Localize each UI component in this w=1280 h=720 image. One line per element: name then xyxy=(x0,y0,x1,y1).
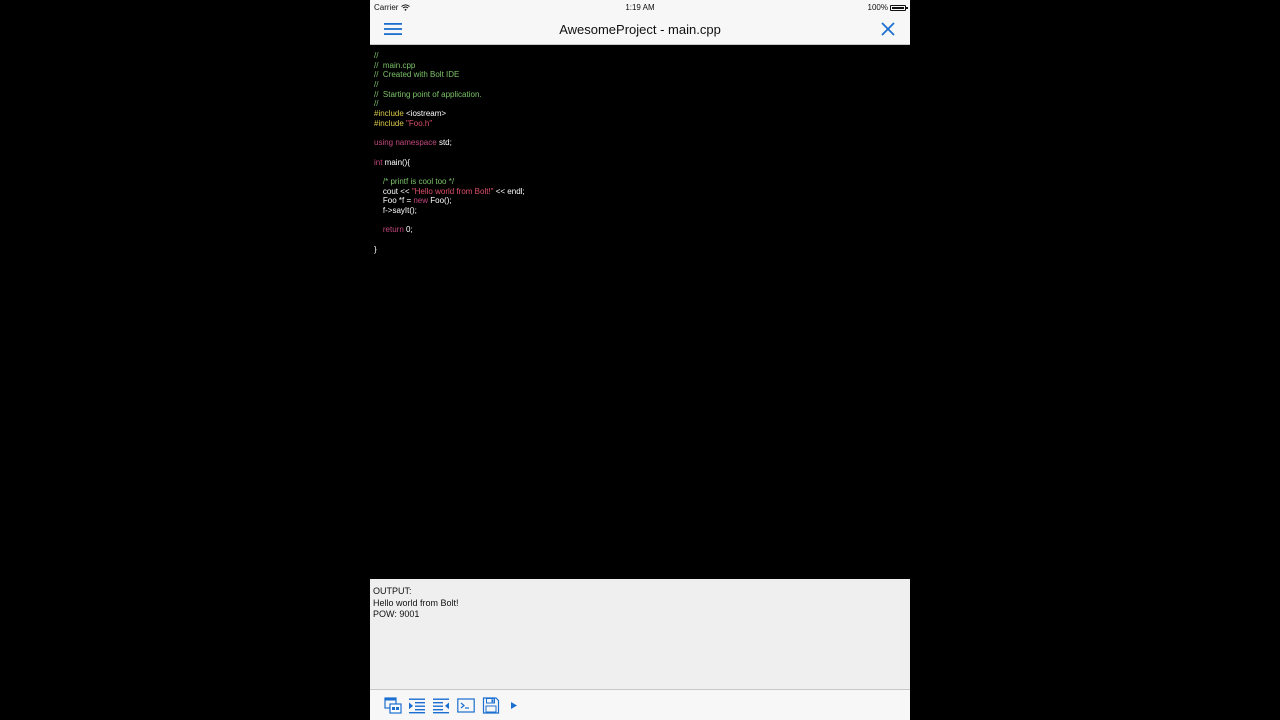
terminal-icon xyxy=(457,698,475,713)
battery-icon xyxy=(890,4,908,11)
navigation-bar: AwesomeProject - main.cpp xyxy=(370,14,910,45)
code-token: return xyxy=(374,225,407,235)
code-line: // main.cpp xyxy=(374,61,906,71)
code-line: f->sayIt(); xyxy=(374,206,906,216)
code-token: main(){ xyxy=(384,157,411,167)
code-token: "Foo.h" xyxy=(406,118,433,128)
code-token: // xyxy=(374,80,379,90)
run-button[interactable] xyxy=(508,697,526,714)
save-icon xyxy=(482,697,500,714)
battery-percent: 100% xyxy=(867,3,888,12)
code-line: // xyxy=(374,80,906,90)
files-button[interactable] xyxy=(384,697,402,714)
code-line: #include "Foo.h" xyxy=(374,119,906,129)
indent-button[interactable] xyxy=(408,697,426,714)
code-line: return 0; xyxy=(374,225,906,235)
code-line: } xyxy=(374,245,906,255)
code-token: using namespace xyxy=(374,138,439,148)
code-token: "Hello world from Bolt!" xyxy=(411,186,494,196)
code-line: #include <iostream> xyxy=(374,109,906,119)
clock: 1:19 AM xyxy=(625,3,655,12)
bottom-toolbar xyxy=(370,689,910,720)
save-button[interactable] xyxy=(482,697,500,714)
app-window: Carrier 1:19 AM 100% AwesomeProject - ma… xyxy=(370,0,910,720)
code-line: // Created with Bolt IDE xyxy=(374,70,906,80)
indent-icon xyxy=(409,698,425,714)
code-token: int xyxy=(374,157,385,167)
code-token: Foo(); xyxy=(430,196,452,206)
status-bar: Carrier 1:19 AM 100% xyxy=(370,0,910,14)
close-button[interactable] xyxy=(878,20,898,38)
outdent-button[interactable] xyxy=(432,697,450,714)
code-token: 0; xyxy=(406,225,413,235)
code-token: new xyxy=(413,196,431,206)
code-editor[interactable]: //// main.cpp// Created with Bolt IDE///… xyxy=(370,45,910,579)
code-token: } xyxy=(374,244,377,254)
code-token: cout << xyxy=(374,186,412,196)
code-token: // main.cpp xyxy=(374,60,416,70)
close-icon xyxy=(881,22,895,36)
code-token: <iostream> xyxy=(406,109,447,119)
code-line: // xyxy=(374,51,906,61)
code-line: using namespace std; xyxy=(374,138,906,148)
code-line: Foo *f = new Foo(); xyxy=(374,196,906,206)
code-token: /* printf is cool too */ xyxy=(374,176,455,186)
code-token: // Starting point of application. xyxy=(374,89,482,99)
code-line: int main(){ xyxy=(374,158,906,168)
code-token: Foo *f = xyxy=(374,196,414,206)
files-icon xyxy=(384,697,402,714)
page-title: AwesomeProject - main.cpp xyxy=(559,22,721,37)
code-token: std; xyxy=(438,138,452,148)
output-line: Hello world from Bolt! xyxy=(373,597,459,608)
code-line: // Starting point of application. xyxy=(374,90,906,100)
code-token: #include xyxy=(374,109,407,119)
output-line: POW: 9001 xyxy=(373,609,420,619)
output-header: OUTPUT: xyxy=(373,586,412,596)
battery-indicator: 100% xyxy=(867,3,908,12)
code-token: << endl; xyxy=(493,186,525,196)
code-token: // Created with Bolt IDE xyxy=(374,70,460,80)
code-token: // xyxy=(374,51,379,60)
outdent-icon xyxy=(433,698,449,714)
code-line: cout << "Hello world from Bolt!" << endl… xyxy=(374,187,906,197)
code-line: // xyxy=(374,99,906,109)
code-token: // xyxy=(374,99,379,109)
output-console: OUTPUT: Hello world from Bolt! POW: 9001 xyxy=(370,579,910,689)
code-token: f->sayIt(); xyxy=(374,206,417,215)
terminal-button[interactable] xyxy=(457,697,475,714)
code-token: #include xyxy=(374,118,407,128)
code-line: /* printf is cool too */ xyxy=(374,177,906,187)
run-icon xyxy=(511,702,517,709)
